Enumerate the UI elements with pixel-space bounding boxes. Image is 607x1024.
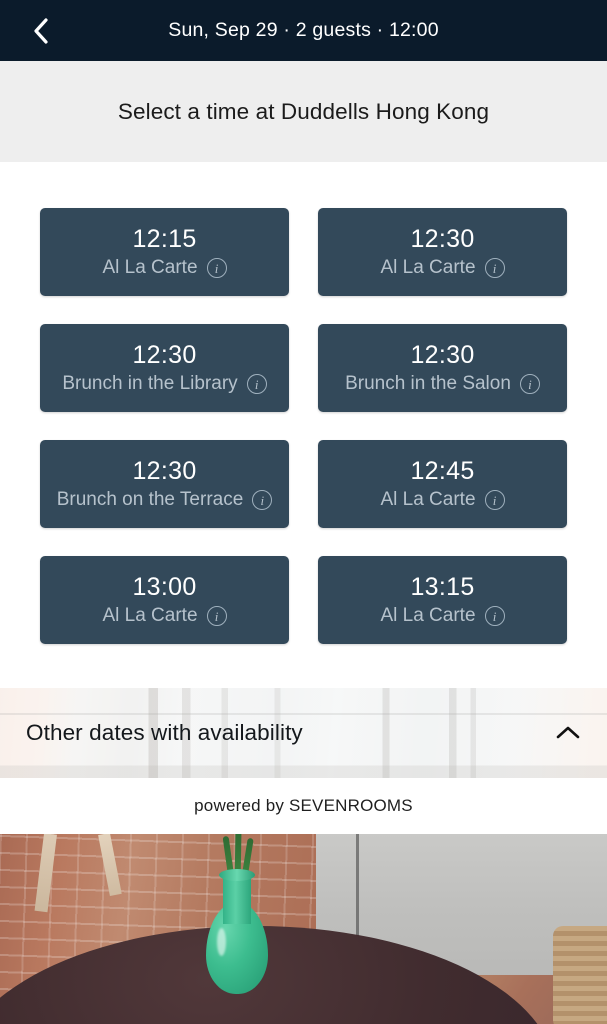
slot-time: 13:00 [132, 573, 197, 601]
time-slot-card[interactable]: 12:45 Al La Carte i [318, 440, 567, 528]
time-slot-card[interactable]: 12:30 Brunch in the Salon i [318, 324, 567, 412]
slot-label: Al La Carte [380, 489, 476, 510]
info-circle-icon[interactable]: i [246, 374, 267, 394]
app-header: Sun, Sep 29 · 2 guests · 12:00 [0, 0, 607, 61]
chevron-up-icon[interactable] [541, 725, 581, 741]
time-slot-card[interactable]: 12:30 Brunch in the Library i [40, 324, 289, 412]
info-glyph: i [260, 492, 265, 508]
slot-time: 12:30 [410, 341, 475, 369]
slot-detail-row: Brunch in the Salon i [345, 372, 540, 396]
reservation-summary: Sun, Sep 29 · 2 guests · 12:00 [168, 19, 439, 41]
time-slot-card[interactable]: 12:15 Al La Carte i [40, 208, 289, 296]
page-title: Select a time at Duddells Hong Kong [117, 98, 490, 124]
page-title-band: Select a time at Duddells Hong Kong [0, 61, 607, 162]
info-circle-icon[interactable]: i [206, 606, 227, 626]
info-circle-icon[interactable]: i [484, 606, 505, 626]
slot-detail-row: Al La Carte i [380, 488, 505, 512]
slot-time: 12:30 [132, 341, 197, 369]
slot-label: Brunch in the Salon [345, 373, 511, 394]
slot-detail-row: Brunch in the Library i [62, 372, 267, 396]
slot-detail-row: Brunch on the Terrace i [57, 488, 273, 512]
info-circle-icon[interactable]: i [484, 258, 505, 278]
time-slot-card[interactable]: 13:00 Al La Carte i [40, 556, 289, 644]
back-button[interactable] [18, 0, 64, 61]
other-dates-row[interactable]: Other dates with availability [0, 688, 607, 778]
time-slots-panel: 12:15 Al La Carte i 12:30 Al La Carte i … [0, 162, 607, 688]
info-glyph: i [492, 608, 497, 624]
other-dates-label: Other dates with availability [26, 720, 303, 745]
info-circle-icon[interactable]: i [206, 258, 227, 278]
slot-label: Brunch on the Terrace [56, 489, 244, 510]
basket-planter [553, 926, 607, 1024]
info-glyph: i [528, 376, 532, 392]
other-dates-section[interactable]: Other dates with availability [0, 688, 607, 778]
slot-time: 12:30 [132, 457, 197, 485]
info-glyph: i [254, 376, 259, 392]
green-vase [206, 834, 268, 994]
venue-photo [0, 834, 607, 1024]
slot-label: Al La Carte [380, 605, 476, 626]
slot-label: Al La Carte [102, 605, 198, 626]
slot-label: Brunch in the Library [62, 373, 238, 394]
time-slot-card[interactable]: 12:30 Al La Carte i [318, 208, 567, 296]
slot-time: 13:15 [410, 573, 475, 601]
info-glyph: i [214, 260, 219, 276]
slot-detail-row: Al La Carte i [380, 604, 505, 628]
info-glyph: i [214, 608, 219, 624]
slot-time: 12:15 [132, 225, 197, 253]
info-circle-icon[interactable]: i [484, 490, 505, 510]
booking-screen: Sun, Sep 29 · 2 guests · 12:00 Select a … [0, 0, 607, 1024]
time-slots-grid: 12:15 Al La Carte i 12:30 Al La Carte i … [40, 208, 567, 644]
info-circle-icon[interactable]: i [252, 490, 273, 510]
info-glyph: i [492, 260, 497, 276]
slot-time: 12:45 [410, 457, 475, 485]
time-slot-card[interactable]: 12:30 Brunch on the Terrace i [40, 440, 289, 528]
slot-label: Al La Carte [102, 257, 198, 278]
powered-by-bar: powered by SEVENROOMS [0, 778, 607, 834]
slot-time: 12:30 [410, 225, 475, 253]
slot-detail-row: Al La Carte i [380, 256, 505, 280]
slot-label: Al La Carte [380, 257, 476, 278]
time-slot-card[interactable]: 13:15 Al La Carte i [318, 556, 567, 644]
info-glyph: i [492, 492, 497, 508]
info-circle-icon[interactable]: i [519, 374, 540, 394]
chevron-left-icon [31, 16, 51, 46]
vase-highlight [217, 928, 226, 956]
powered-by-label: powered by SEVENROOMS [194, 796, 413, 815]
slot-detail-row: Al La Carte i [102, 256, 227, 280]
vase-lip [219, 869, 255, 881]
slot-detail-row: Al La Carte i [102, 604, 227, 628]
